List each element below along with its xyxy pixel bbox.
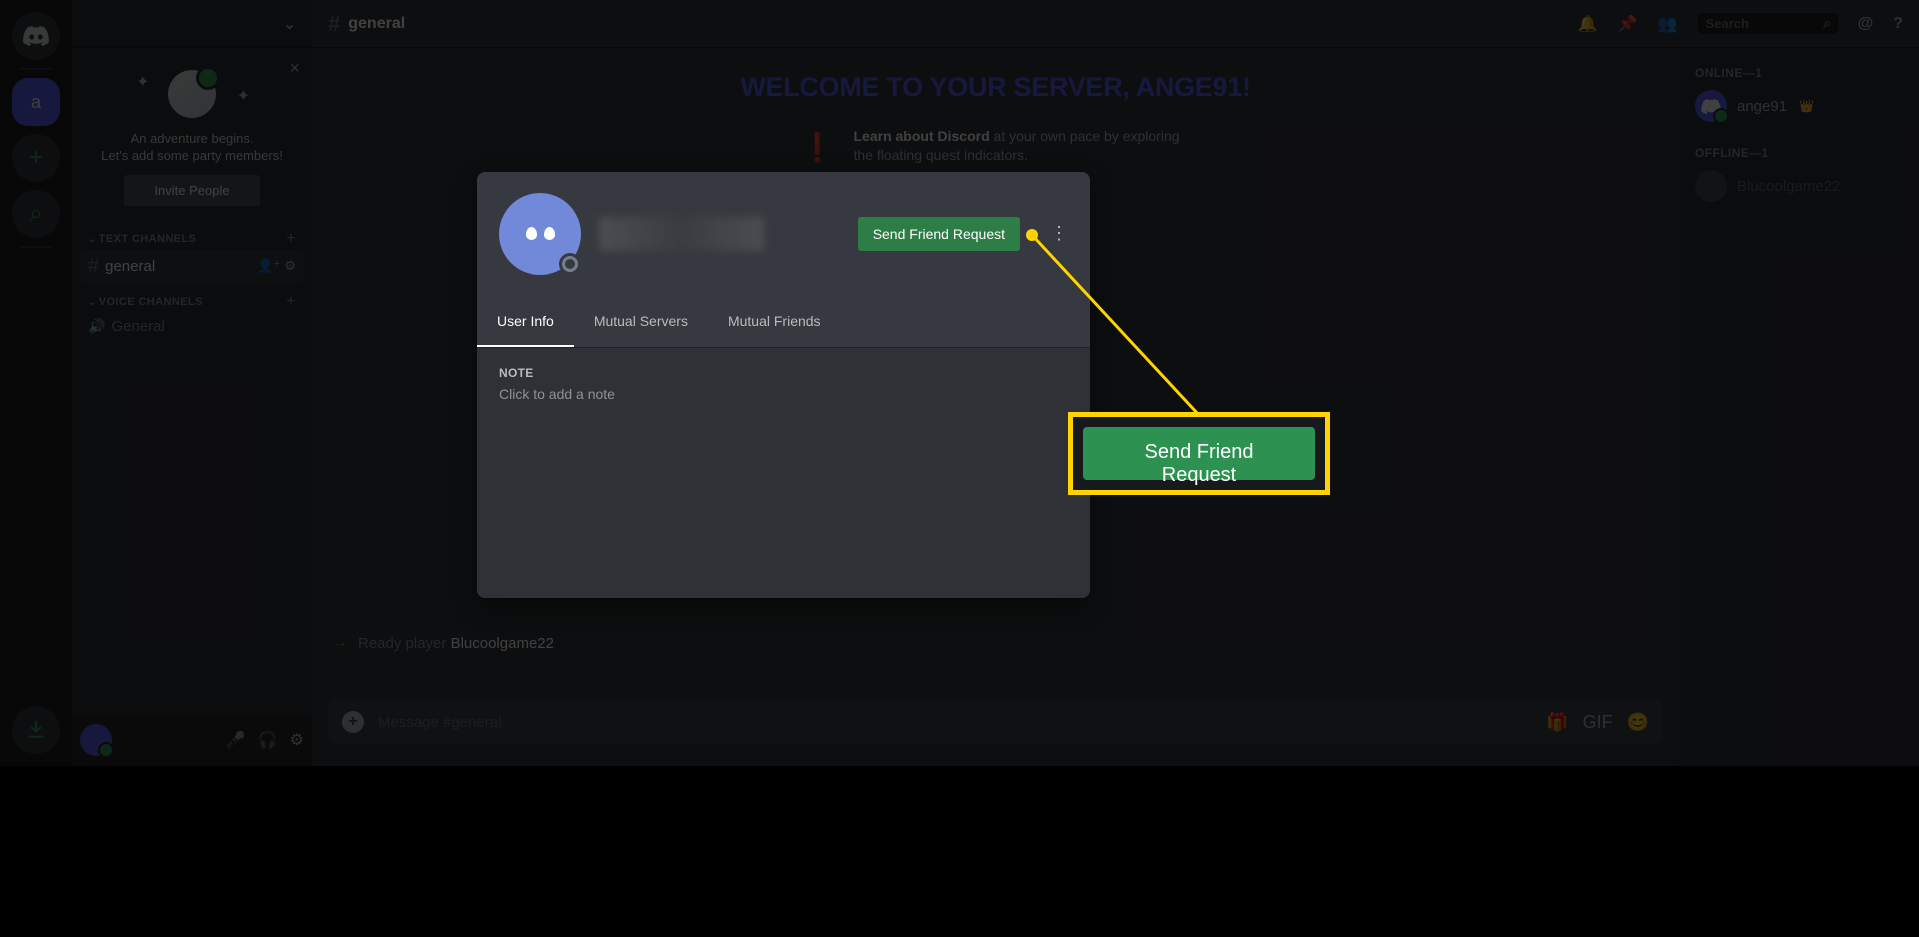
profile-tabs: User Info Mutual Servers Mutual Friends (477, 295, 1090, 348)
create-invite-icon[interactable]: 👤⁺ (257, 258, 280, 274)
profile-body: NOTE Click to add a note (477, 348, 1090, 598)
online-header: ONLINE—1 (1687, 66, 1911, 86)
welcome-line1: An adventure begins. (131, 131, 254, 146)
deafen-button[interactable]: 🎧 (258, 730, 278, 750)
speaker-icon: 🔊 (88, 318, 105, 335)
profile-more-options-button[interactable]: ⋮ (1050, 223, 1068, 244)
inbox-icon[interactable]: @ (1858, 15, 1874, 33)
member-name: Blucoolgame22 (1737, 178, 1840, 195)
text-channels-group: TEXT CHANNELS + # general 👤⁺ ⚙ (72, 222, 312, 285)
system-join-message: → Ready player Blucoolgame22 (312, 626, 1679, 660)
add-text-channel-button[interactable]: + (286, 230, 296, 248)
welcome-line2: Let's add some party members! (101, 148, 283, 163)
server-divider-2 (20, 246, 52, 248)
join-arrow-icon: → (332, 634, 348, 652)
member-name: ange91 (1737, 98, 1787, 115)
member-avatar (1695, 90, 1727, 122)
message-input[interactable]: + Message #general 🎁 GIF 😊 (328, 700, 1663, 744)
chevron-down-icon: ⌄ (283, 15, 296, 33)
server-icon-active[interactable]: a (12, 78, 60, 126)
emoji-icon[interactable]: 😊 (1627, 712, 1649, 733)
voice-channels-label: VOICE CHANNELS (88, 296, 203, 308)
notifications-icon[interactable]: 🔔 (1578, 14, 1598, 34)
voice-channels-header[interactable]: VOICE CHANNELS + (80, 293, 304, 311)
server-rail: a + ⌕ (0, 0, 72, 766)
text-channels-label: TEXT CHANNELS (88, 233, 196, 245)
discord-avatar-icon (1701, 99, 1721, 114)
sparkle-icon: ✦ (136, 72, 149, 92)
hash-icon: # (88, 255, 99, 278)
close-welcome-button[interactable]: × (289, 58, 300, 79)
message-input-placeholder: Message #general (378, 714, 1532, 731)
status-offline-icon (559, 253, 581, 275)
server-divider (20, 68, 52, 70)
note-input[interactable]: Click to add a note (499, 386, 1068, 402)
server-header[interactable]: ⌄ (72, 0, 312, 48)
add-voice-channel-button[interactable]: + (286, 293, 296, 311)
member-row-offline[interactable]: Blucoolgame22 (1687, 166, 1911, 206)
voice-channels-group: VOICE CHANNELS + 🔊 General (72, 285, 312, 342)
annotation-callout-box: Send Friend Request (1068, 412, 1330, 495)
download-icon (26, 720, 46, 740)
channel-general[interactable]: # general 👤⁺ ⚙ (80, 250, 304, 283)
mute-button[interactable]: 🎤 (226, 730, 246, 750)
help-icon[interactable]: ? (1893, 15, 1903, 33)
gift-icon[interactable]: 🎁 (1546, 712, 1568, 733)
members-list: ONLINE—1 ange91 👑 OFFLINE—1 Blucoolgame2… (1679, 48, 1919, 766)
user-profile-modal: Send Friend Request ⋮ User Info Mutual S… (477, 172, 1090, 598)
download-apps-button[interactable] (12, 706, 60, 754)
explore-servers-button[interactable]: ⌕ (12, 190, 60, 238)
tab-user-info[interactable]: User Info (477, 299, 574, 347)
hash-icon: # (328, 11, 340, 37)
gif-icon[interactable]: GIF (1583, 712, 1613, 733)
channel-header: # general 🔔 📌 👥 Search @ ? (312, 0, 1919, 48)
discord-avatar-icon (526, 227, 555, 240)
annotation-send-friend-request-button: Send Friend Request (1083, 427, 1315, 480)
sparkle-icon: ✦ (237, 86, 250, 106)
channel-settings-icon[interactable]: ⚙ (284, 258, 296, 274)
quest-indicator-icon: ❗ (798, 127, 838, 167)
annotation-anchor-dot (1026, 229, 1038, 241)
offline-header: OFFLINE—1 (1687, 146, 1911, 166)
voice-channel-general[interactable]: 🔊 General (80, 313, 304, 340)
text-channels-header[interactable]: TEXT CHANNELS + (80, 230, 304, 248)
profile-username-redacted (599, 217, 764, 251)
member-avatar (1695, 170, 1727, 202)
invite-people-button[interactable]: Invite People (124, 175, 259, 206)
learn-bold: Learn about Discord (854, 128, 990, 144)
channel-title: general (348, 15, 405, 33)
self-avatar[interactable] (80, 724, 112, 756)
user-panel: 🎤 🎧 ⚙ (72, 714, 312, 766)
attach-button[interactable]: + (342, 711, 364, 733)
profile-modal-header: Send Friend Request ⋮ (477, 172, 1090, 295)
member-list-toggle[interactable]: 👥 (1658, 14, 1678, 34)
pinned-messages-icon[interactable]: 📌 (1618, 14, 1638, 34)
voice-channel-name: General (111, 318, 164, 335)
user-settings-button[interactable]: ⚙ (290, 730, 304, 750)
search-input[interactable]: Search (1698, 13, 1838, 34)
welcome-orb-icon (168, 70, 216, 118)
profile-avatar[interactable] (499, 193, 581, 275)
home-server-button[interactable] (12, 12, 60, 60)
member-row-online[interactable]: ange91 👑 (1687, 86, 1911, 126)
add-server-button[interactable]: + (12, 134, 60, 182)
system-msg-username[interactable]: Blucoolgame22 (451, 635, 554, 652)
note-label: NOTE (499, 366, 1068, 380)
welcome-card: × ✦ ✦ An adventure begins. Let's add som… (72, 48, 312, 222)
discord-logo-icon (22, 26, 50, 46)
channel-name: general (105, 258, 155, 275)
welcome-title: WELCOME TO YOUR SERVER, ANGE91! (312, 48, 1679, 127)
channel-sidebar: ⌄ × ✦ ✦ An adventure begins. Let's add s… (72, 0, 312, 766)
tab-mutual-friends[interactable]: Mutual Friends (708, 299, 841, 347)
system-msg-prefix: Ready player (358, 635, 451, 652)
tab-mutual-servers[interactable]: Mutual Servers (574, 299, 708, 347)
send-friend-request-button[interactable]: Send Friend Request (858, 217, 1020, 251)
server-owner-crown-icon: 👑 (1799, 99, 1814, 113)
